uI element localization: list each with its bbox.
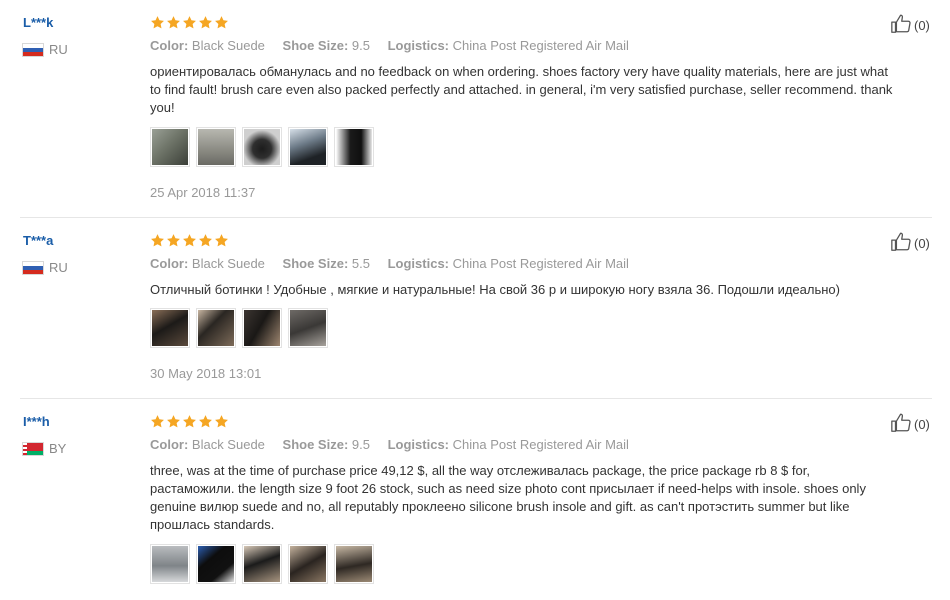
like-count: (0) xyxy=(914,417,930,432)
star-icon xyxy=(215,234,228,247)
reviewer-country: RU xyxy=(23,42,68,57)
like-button[interactable]: (0) xyxy=(890,231,930,256)
review-text: ориентировалась обманулась and no feedba… xyxy=(150,64,893,115)
review-text: three, was at the time of purchase price… xyxy=(150,463,866,532)
review-item: T***a RU Color: Black Suede Shoe Size: 5… xyxy=(0,218,950,398)
review-item: I***h BY Color: Black Suede Shoe Size: 9… xyxy=(0,399,950,600)
reviewer-name[interactable]: I***h xyxy=(23,414,50,429)
color-label: Color: xyxy=(150,437,189,452)
thumbs-up-icon xyxy=(890,412,914,437)
star-icon xyxy=(183,16,196,29)
review-photo-thumbnail[interactable] xyxy=(242,308,282,348)
star-icon xyxy=(151,415,164,428)
star-icon xyxy=(215,415,228,428)
review-photo-thumbnail[interactable] xyxy=(196,544,236,584)
star-icon xyxy=(167,234,180,247)
review-photo-thumbnail[interactable] xyxy=(196,127,236,167)
color-value: Black Suede xyxy=(191,437,265,452)
logistics-value: China Post Registered Air Mail xyxy=(452,437,629,452)
review-photos xyxy=(150,127,374,167)
review-photo-thumbnail[interactable] xyxy=(334,127,374,167)
russia-flag-icon xyxy=(23,43,43,56)
belarus-flag-icon xyxy=(23,442,43,455)
order-info: Color: Black Suede Shoe Size: 5.5 Logist… xyxy=(150,256,643,271)
review-photo-thumbnail[interactable] xyxy=(150,308,190,348)
size-value: 9.5 xyxy=(351,437,370,452)
star-icon xyxy=(167,16,180,29)
color-value: Black Suede xyxy=(191,256,265,271)
russia-flag-icon xyxy=(23,261,43,274)
review-text: Отличный ботинки ! Удобные , мягкие и на… xyxy=(150,282,840,297)
star-icon xyxy=(151,234,164,247)
size-label: Shoe Size: xyxy=(282,256,349,271)
like-button[interactable]: (0) xyxy=(890,13,930,38)
review-photo-thumbnail[interactable] xyxy=(288,308,328,348)
reviewer-country: BY xyxy=(23,441,66,456)
star-icon xyxy=(215,16,228,29)
reviewer-name[interactable]: L***k xyxy=(23,15,53,30)
review-photo-thumbnail[interactable] xyxy=(150,544,190,584)
star-rating xyxy=(150,414,229,429)
review-item: L***k RU Color: Black Suede Shoe Size: 9… xyxy=(0,0,950,218)
star-icon xyxy=(199,415,212,428)
star-icon xyxy=(199,16,212,29)
logistics-label: Logistics: xyxy=(387,256,450,271)
review-photo-thumbnail[interactable] xyxy=(288,544,328,584)
logistics-value: China Post Registered Air Mail xyxy=(452,38,629,53)
logistics-label: Logistics: xyxy=(387,38,450,53)
review-photo-thumbnail[interactable] xyxy=(150,127,190,167)
review-photos xyxy=(150,544,374,584)
size-label: Shoe Size: xyxy=(282,437,349,452)
review-photo-thumbnail[interactable] xyxy=(242,544,282,584)
reviewer-name[interactable]: T***a xyxy=(23,233,53,248)
size-value: 9.5 xyxy=(351,38,370,53)
color-value: Black Suede xyxy=(191,38,265,53)
order-info: Color: Black Suede Shoe Size: 9.5 Logist… xyxy=(150,38,643,53)
star-icon xyxy=(151,16,164,29)
star-icon xyxy=(199,234,212,247)
order-info: Color: Black Suede Shoe Size: 9.5 Logist… xyxy=(150,437,643,452)
review-photo-thumbnail[interactable] xyxy=(288,127,328,167)
star-icon xyxy=(183,415,196,428)
country-code: RU xyxy=(49,42,68,57)
like-button[interactable]: (0) xyxy=(890,412,930,437)
review-photo-thumbnail[interactable] xyxy=(242,127,282,167)
reviewer-country: RU xyxy=(23,260,68,275)
review-date: 30 May 2018 13:01 xyxy=(150,366,262,381)
review-photo-thumbnail[interactable] xyxy=(196,308,236,348)
star-rating xyxy=(150,233,229,248)
review-date: 25 Apr 2018 11:37 xyxy=(150,185,256,200)
star-icon xyxy=(183,234,196,247)
logistics-label: Logistics: xyxy=(387,437,450,452)
country-code: BY xyxy=(49,441,67,456)
thumbs-up-icon xyxy=(890,231,914,256)
color-label: Color: xyxy=(150,38,189,53)
size-label: Shoe Size: xyxy=(282,38,349,53)
star-icon xyxy=(167,415,180,428)
star-rating xyxy=(150,15,229,30)
country-code: RU xyxy=(49,260,68,275)
logistics-value: China Post Registered Air Mail xyxy=(452,256,629,271)
like-count: (0) xyxy=(914,236,930,251)
thumbs-up-icon xyxy=(890,13,914,38)
review-photo-thumbnail[interactable] xyxy=(334,544,374,584)
review-photos xyxy=(150,308,328,348)
like-count: (0) xyxy=(914,18,930,33)
size-value: 5.5 xyxy=(351,256,370,271)
color-label: Color: xyxy=(150,256,189,271)
